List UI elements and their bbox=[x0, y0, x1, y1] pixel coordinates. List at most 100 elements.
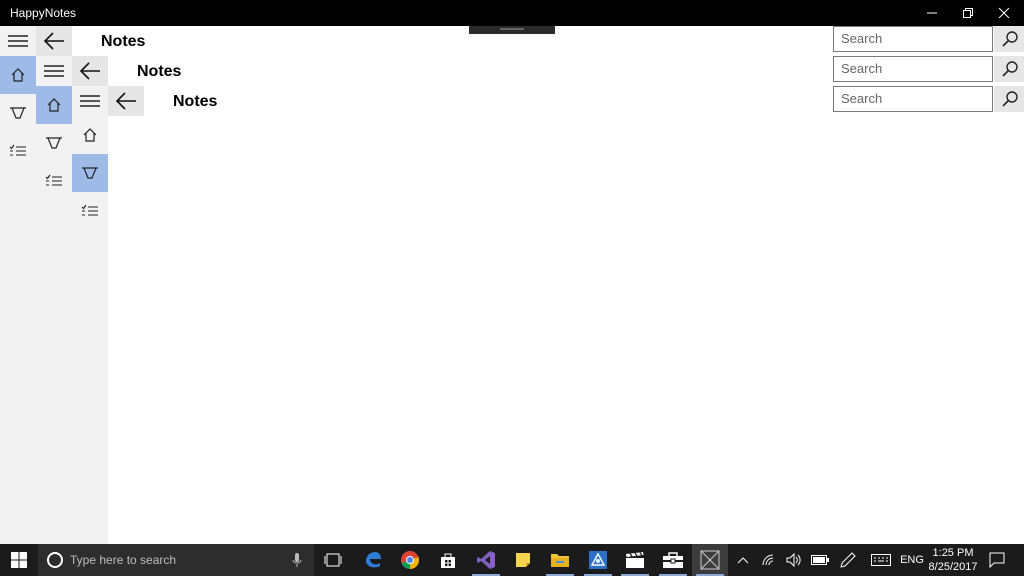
pen-workspace-button[interactable] bbox=[836, 544, 860, 576]
nav-filter[interactable] bbox=[72, 154, 108, 192]
store-icon bbox=[441, 553, 455, 568]
hamburger-button[interactable] bbox=[0, 26, 36, 56]
nav-filter[interactable] bbox=[36, 124, 72, 162]
input-language[interactable]: ENG bbox=[898, 544, 926, 576]
search-field[interactable] bbox=[833, 86, 993, 112]
back-button[interactable] bbox=[36, 26, 72, 56]
happynotes-taskbar-button[interactable] bbox=[692, 544, 728, 576]
checklist-icon bbox=[45, 174, 62, 186]
search-box bbox=[833, 26, 1024, 52]
search-box bbox=[833, 56, 1024, 82]
chrome-icon bbox=[401, 551, 420, 569]
battery-icon bbox=[811, 555, 829, 565]
back-arrow-icon bbox=[79, 62, 100, 80]
funnel-icon bbox=[82, 167, 98, 179]
search-input[interactable] bbox=[834, 27, 991, 49]
checklist-icon bbox=[9, 144, 26, 156]
speaker-icon bbox=[786, 553, 801, 567]
action-center-button[interactable] bbox=[984, 544, 1010, 576]
app-triangle-icon bbox=[589, 551, 607, 569]
volume-button[interactable] bbox=[783, 544, 805, 576]
clock-date: 8/25/2017 bbox=[928, 561, 978, 573]
close-button[interactable] bbox=[986, 0, 1022, 26]
checklist-icon bbox=[81, 204, 98, 216]
chrome-taskbar-button[interactable] bbox=[392, 544, 428, 576]
pen-icon bbox=[840, 552, 856, 568]
page-title: Notes bbox=[101, 33, 146, 50]
back-arrow-icon bbox=[115, 92, 136, 110]
notification-icon bbox=[989, 552, 1005, 568]
search-box bbox=[833, 86, 1024, 112]
search-input[interactable] bbox=[834, 57, 991, 79]
nav-home[interactable] bbox=[36, 86, 72, 124]
restore-icon bbox=[963, 8, 973, 18]
search-button[interactable] bbox=[994, 86, 1024, 112]
app-placeholder-icon bbox=[700, 550, 720, 570]
clock-time: 1:25 PM bbox=[932, 547, 974, 559]
window-title: HappyNotes bbox=[10, 6, 77, 20]
taskbar: Type here to search ENG 1:25 PM 8/25/201… bbox=[0, 544, 1024, 576]
hamburger-icon bbox=[8, 35, 28, 47]
windows-logo-icon bbox=[11, 552, 27, 568]
visual-studio-taskbar-button[interactable] bbox=[468, 544, 504, 576]
movie-maker-taskbar-button[interactable] bbox=[617, 544, 653, 576]
page-title: Notes bbox=[137, 63, 182, 80]
show-hidden-icons-button[interactable] bbox=[733, 544, 753, 576]
minimize-button[interactable] bbox=[914, 0, 950, 26]
nav-home[interactable] bbox=[0, 56, 36, 94]
touch-keyboard-button[interactable] bbox=[866, 544, 896, 576]
home-icon bbox=[47, 98, 61, 112]
microphone-icon bbox=[292, 553, 302, 567]
search-icon bbox=[1001, 61, 1018, 77]
clock[interactable]: 1:25 PM 8/25/2017 bbox=[924, 546, 982, 574]
nav-home[interactable] bbox=[72, 116, 108, 154]
taskbar-search[interactable]: Type here to search bbox=[38, 544, 314, 576]
store-taskbar-button[interactable] bbox=[430, 544, 466, 576]
start-button[interactable] bbox=[0, 544, 38, 576]
battery-button[interactable] bbox=[808, 544, 832, 576]
sticky-notes-taskbar-button[interactable] bbox=[505, 544, 541, 576]
home-icon bbox=[11, 68, 25, 82]
visual-studio-icon bbox=[477, 551, 495, 569]
cortana-icon bbox=[47, 552, 63, 568]
toolbox-taskbar-button[interactable] bbox=[655, 544, 691, 576]
search-field[interactable] bbox=[833, 26, 993, 52]
funnel-icon bbox=[10, 107, 26, 119]
hamburger-icon bbox=[44, 65, 64, 77]
title-bar: HappyNotes bbox=[0, 0, 1024, 26]
back-button[interactable] bbox=[108, 86, 144, 116]
search-field[interactable] bbox=[833, 56, 993, 82]
restore-button[interactable] bbox=[950, 0, 986, 26]
home-icon bbox=[83, 128, 97, 142]
task-view-button[interactable] bbox=[315, 544, 351, 576]
close-icon bbox=[998, 7, 1010, 19]
search-icon bbox=[1001, 31, 1018, 47]
task-view-icon bbox=[324, 553, 342, 567]
edge-icon bbox=[366, 552, 381, 568]
app-taskbar-button[interactable] bbox=[580, 544, 616, 576]
back-button[interactable] bbox=[72, 56, 108, 86]
minimize-icon bbox=[927, 12, 937, 14]
nav-checklist[interactable] bbox=[72, 192, 108, 230]
nav-filter[interactable] bbox=[0, 94, 36, 132]
network-button[interactable] bbox=[758, 544, 780, 576]
sticky-notes-icon bbox=[516, 553, 530, 567]
nav-checklist[interactable] bbox=[0, 132, 36, 170]
search-button[interactable] bbox=[994, 26, 1024, 52]
file-explorer-taskbar-button[interactable] bbox=[542, 544, 578, 576]
back-arrow-icon bbox=[43, 32, 64, 50]
drag-handle[interactable] bbox=[469, 26, 555, 34]
search-button[interactable] bbox=[994, 56, 1024, 82]
nav-checklist[interactable] bbox=[36, 162, 72, 200]
keyboard-icon bbox=[871, 554, 891, 566]
edge-taskbar-button[interactable] bbox=[355, 544, 391, 576]
chevron-up-icon bbox=[737, 557, 749, 564]
search-input[interactable] bbox=[834, 87, 991, 109]
hamburger-button[interactable] bbox=[72, 86, 108, 116]
hamburger-button[interactable] bbox=[36, 56, 72, 86]
folder-icon bbox=[551, 554, 569, 567]
search-icon bbox=[1001, 91, 1018, 107]
taskbar-search-placeholder: Type here to search bbox=[70, 553, 177, 567]
page-title: Notes bbox=[173, 93, 218, 110]
clapperboard-icon bbox=[626, 552, 644, 568]
